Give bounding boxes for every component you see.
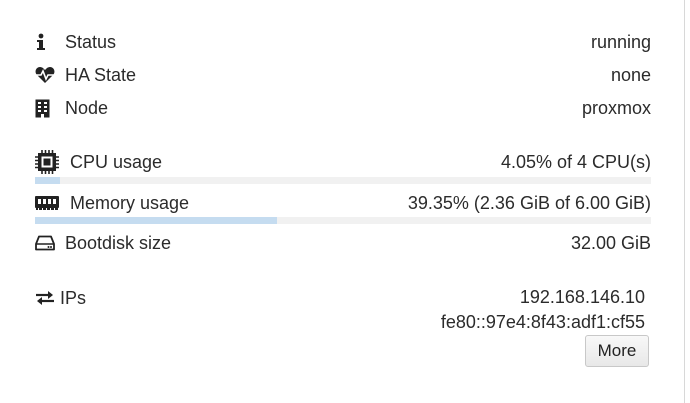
node-row: Node proxmox xyxy=(35,93,651,123)
cpu-usage-bar xyxy=(35,177,651,184)
memory-usage-bar-fill xyxy=(35,217,278,224)
memory-usage-row: Memory usage 39.35% (2.36 GiB of 6.00 Gi… xyxy=(35,188,651,218)
info-icon xyxy=(35,27,61,57)
cpu-usage-row: CPU usage 4.05% of 4 CPU(s) xyxy=(35,147,651,177)
more-ips-button[interactable]: More xyxy=(585,335,649,367)
memory-usage-label: Memory usage xyxy=(70,193,190,213)
cpu-usage-label: CPU usage xyxy=(70,152,163,172)
hdd-icon xyxy=(35,228,61,258)
memory-icon xyxy=(35,188,61,218)
ha-state-value: none xyxy=(610,65,651,85)
memory-usage-bar xyxy=(35,217,651,224)
bootdisk-size-row: Bootdisk size 32.00 GiB xyxy=(35,228,651,258)
bootdisk-size-value: 32.00 GiB xyxy=(570,233,651,253)
ha-state-label: HA State xyxy=(65,65,137,85)
ips-label: IPs xyxy=(60,288,87,308)
node-value: proxmox xyxy=(581,98,651,118)
ha-state-row: HA State none xyxy=(35,60,651,90)
cpu-usage-value: 4.05% of 4 CPU(s) xyxy=(500,152,651,172)
ips-row: IPs xyxy=(35,283,155,313)
building-icon xyxy=(35,93,61,123)
cpu-usage-bar-fill xyxy=(35,177,60,184)
bootdisk-size-label: Bootdisk size xyxy=(65,233,172,253)
heartbeat-icon xyxy=(35,60,61,90)
node-label: Node xyxy=(65,98,109,118)
status-row: Status running xyxy=(35,27,651,57)
cpu-chip-icon xyxy=(35,147,61,177)
status-value: running xyxy=(590,32,651,52)
ip-address-v4: 192.168.146.10 xyxy=(519,287,645,307)
ip-address-v6: fe80::97e4:8f43:adf1:cf55 xyxy=(440,312,645,332)
memory-usage-value: 39.35% (2.36 GiB of 6.00 GiB) xyxy=(407,193,651,213)
status-label: Status xyxy=(65,32,117,52)
vm-summary-panel: Status running HA State none Node proxmo… xyxy=(0,0,685,403)
exchange-arrows-icon xyxy=(35,283,61,313)
